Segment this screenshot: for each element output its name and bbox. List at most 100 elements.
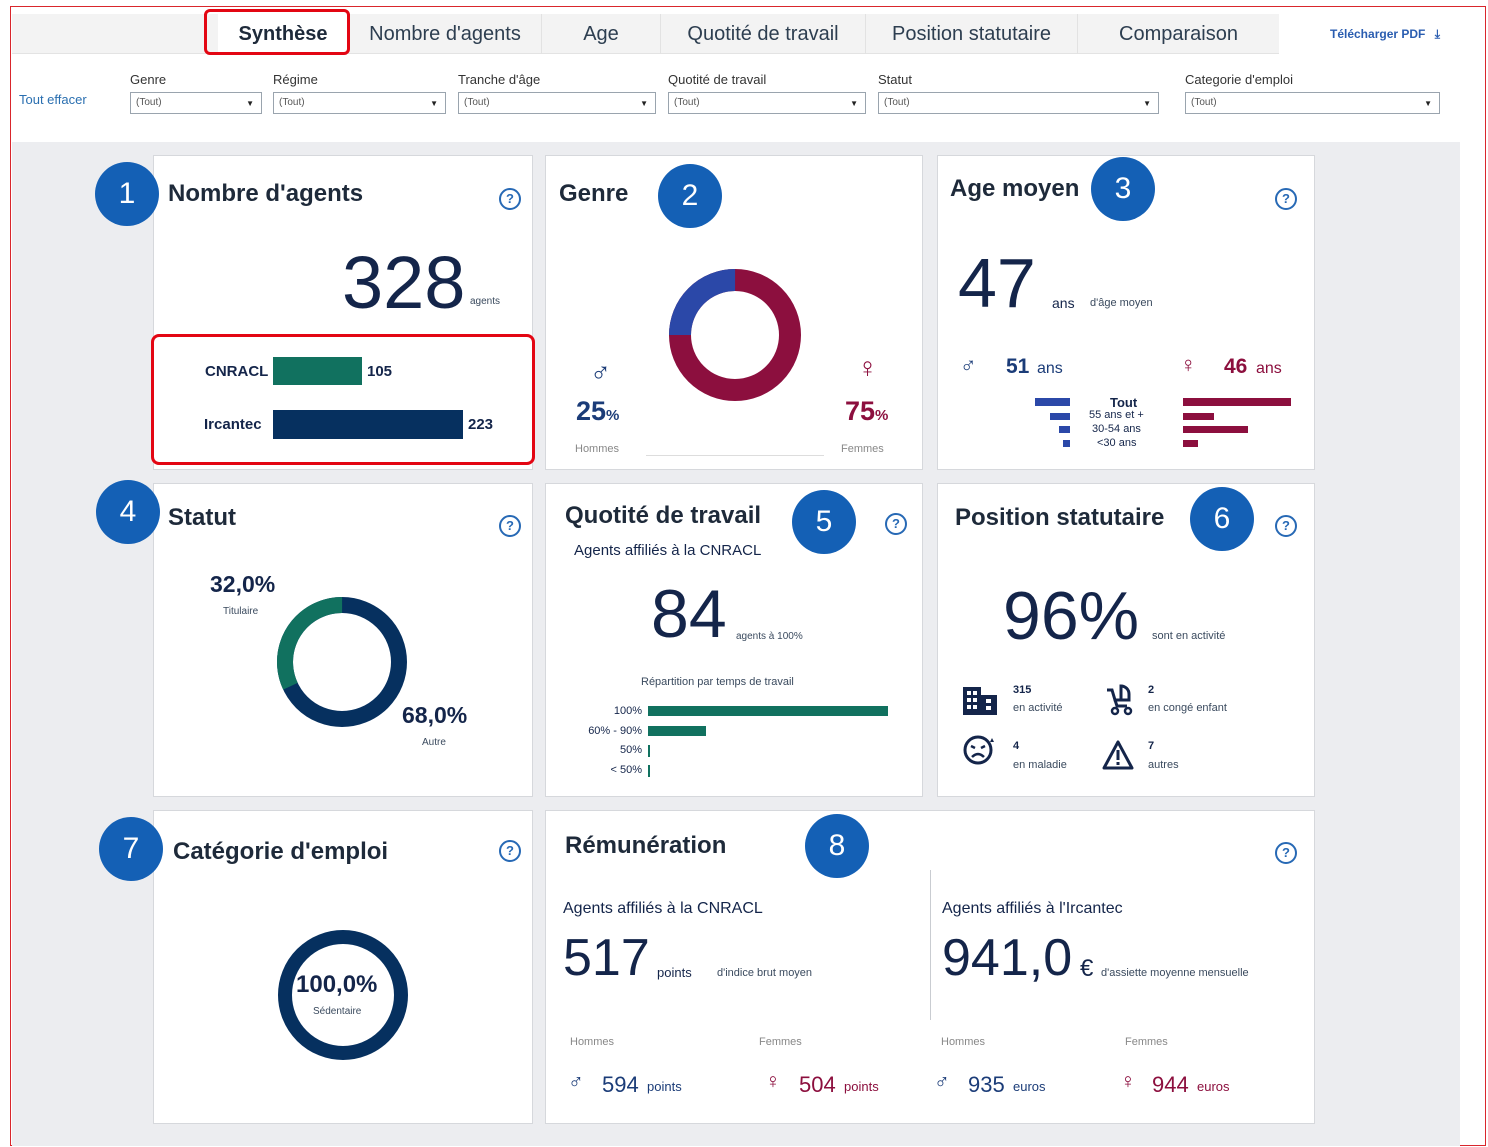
tab-comparaison[interactable]: Comparaison — [1077, 14, 1279, 54]
tab-nombre-agents[interactable]: Nombre d'agents — [348, 14, 541, 54]
age-value: 47 — [958, 244, 1036, 322]
filter-genre-select[interactable]: (Tout) ▼ — [130, 92, 262, 114]
chevron-down-icon: ▼ — [850, 99, 858, 108]
position-count: 7 — [1148, 740, 1155, 752]
tab-position[interactable]: Position statutaire — [865, 14, 1077, 54]
filter-label-regime: Régime — [273, 72, 318, 87]
bracket-label: 55 ans et + — [1089, 409, 1144, 421]
breakdown-label: Femmes — [1125, 1036, 1168, 1048]
age-bar-female — [1183, 426, 1248, 433]
quotite-chart-title: Répartition par temps de travail — [641, 676, 794, 688]
chevron-down-icon: ▼ — [1424, 99, 1432, 108]
breakdown-label: Femmes — [759, 1036, 802, 1048]
step-badge-4: 4 — [96, 480, 160, 544]
warning-icon — [1102, 740, 1134, 770]
filter-regime-select[interactable]: (Tout) ▼ — [273, 92, 446, 114]
age-bar-female — [1183, 440, 1198, 447]
filter-categorie-value: (Tout) — [1191, 97, 1217, 108]
filter-label-statut: Statut — [878, 72, 912, 87]
bracket-label: 30-54 ans — [1092, 423, 1141, 435]
card-quotite — [545, 483, 923, 797]
age-bar-female — [1183, 413, 1214, 420]
age-bar-male — [1063, 440, 1070, 447]
breakdown-unit: euros — [1013, 1079, 1046, 1094]
age-unit: ans — [1052, 295, 1075, 311]
help-icon[interactable]: ? — [499, 515, 521, 537]
filter-label-genre: Genre — [130, 72, 167, 87]
position-label: en activité — [1013, 702, 1063, 714]
age-bar-male — [1035, 398, 1070, 406]
filter-regime-value: (Tout) — [279, 97, 305, 108]
remuneration-ircantec-label: Agents affiliés à l'Ircantec — [942, 900, 1123, 917]
female-icon: ♀ — [765, 1070, 781, 1093]
chevron-down-icon: ▼ — [430, 99, 438, 108]
filter-label-categorie: Categorie d'emploi — [1185, 72, 1293, 87]
chevron-down-icon: ▼ — [246, 99, 254, 108]
card-title-genre: Genre — [559, 180, 629, 207]
help-icon[interactable]: ? — [499, 188, 521, 210]
categorie-label: Sédentaire — [313, 1006, 362, 1017]
chevron-down-icon: ▼ — [1143, 99, 1151, 108]
age-female-unit: ans — [1256, 360, 1282, 377]
filter-tranche-age-value: (Tout) — [464, 97, 490, 108]
autre-label: Autre — [422, 737, 446, 748]
titulaire-label: Titulaire — [223, 606, 259, 617]
pct-sign: % — [606, 407, 620, 424]
position-count: 315 — [1013, 684, 1032, 696]
filter-categorie-select[interactable]: (Tout) ▼ — [1185, 92, 1440, 114]
tab-quotite[interactable]: Quotité de travail — [660, 14, 865, 54]
help-icon[interactable]: ? — [1275, 188, 1297, 210]
filter-tranche-age-select[interactable]: (Tout) ▼ — [458, 92, 656, 114]
male-label: Hommes — [575, 443, 620, 455]
filter-statut-select[interactable]: (Tout) ▼ — [878, 92, 1159, 114]
breakdown-label: Hommes — [941, 1036, 986, 1048]
stroller-icon — [1103, 684, 1135, 716]
help-icon[interactable]: ? — [1275, 842, 1297, 864]
download-pdf-button[interactable]: Télécharger PDF ⤓ — [1330, 27, 1440, 42]
position-count: 2 — [1148, 684, 1155, 696]
breakdown-unit: points — [844, 1079, 879, 1094]
breakdown-value: 504 — [799, 1072, 836, 1097]
remuneration-cnracl-label: Agents affiliés à la CNRACL — [563, 900, 763, 917]
position-label: en maladie — [1013, 759, 1067, 771]
bracket-label: Tout — [1110, 395, 1138, 410]
sick-face-icon — [962, 734, 998, 766]
quotite-row-label: 50% — [619, 744, 642, 756]
age-bar-male — [1050, 413, 1070, 420]
filter-quotite-value: (Tout) — [674, 97, 700, 108]
quotite-row-bar — [648, 745, 650, 757]
remuneration-cnracl-value: 517 — [563, 929, 650, 987]
quotite-subtitle: Agents affiliés à la CNRACL — [574, 542, 762, 559]
help-icon[interactable]: ? — [499, 840, 521, 862]
card-title-statut: Statut — [168, 504, 236, 531]
step-badge-5: 5 — [792, 490, 856, 554]
breakdown-value: 944 — [1152, 1072, 1189, 1097]
female-pct-value: 75 — [845, 396, 876, 426]
position-label: autres — [1148, 759, 1179, 771]
card-title-quotite: Quotité de travail — [565, 502, 762, 529]
age-bar-male — [1059, 426, 1070, 433]
divider — [646, 455, 824, 456]
remuneration-cnracl-sub: d'indice brut moyen — [717, 967, 813, 979]
building-icon — [962, 684, 998, 716]
step-badge-2: 2 — [658, 164, 722, 228]
male-icon: ♂ — [934, 1070, 950, 1093]
bracket-label: <30 ans — [1097, 437, 1137, 449]
pct-sign: % — [875, 407, 889, 424]
male-pct-value: 25 — [576, 396, 607, 426]
filter-quotite-select[interactable]: (Tout) ▼ — [668, 92, 866, 114]
card-title-age: Age moyen — [950, 175, 1080, 202]
help-icon[interactable]: ? — [885, 513, 907, 535]
highlight-box — [151, 334, 535, 465]
position-label: en congé enfant — [1148, 702, 1227, 714]
card-title-agents: Nombre d'agents — [168, 180, 364, 207]
female-icon: ♀ — [1120, 1070, 1136, 1093]
clear-filters-link[interactable]: Tout effacer — [19, 92, 87, 107]
quotite-row-bar — [648, 726, 706, 736]
help-icon[interactable]: ? — [1275, 515, 1297, 537]
quotite-row-label: 60% - 90% — [588, 725, 642, 737]
male-icon: ♂ — [960, 352, 977, 377]
tab-age[interactable]: Age — [541, 14, 660, 54]
breakdown-value: 594 — [602, 1072, 639, 1097]
step-badge-3: 3 — [1091, 157, 1155, 221]
